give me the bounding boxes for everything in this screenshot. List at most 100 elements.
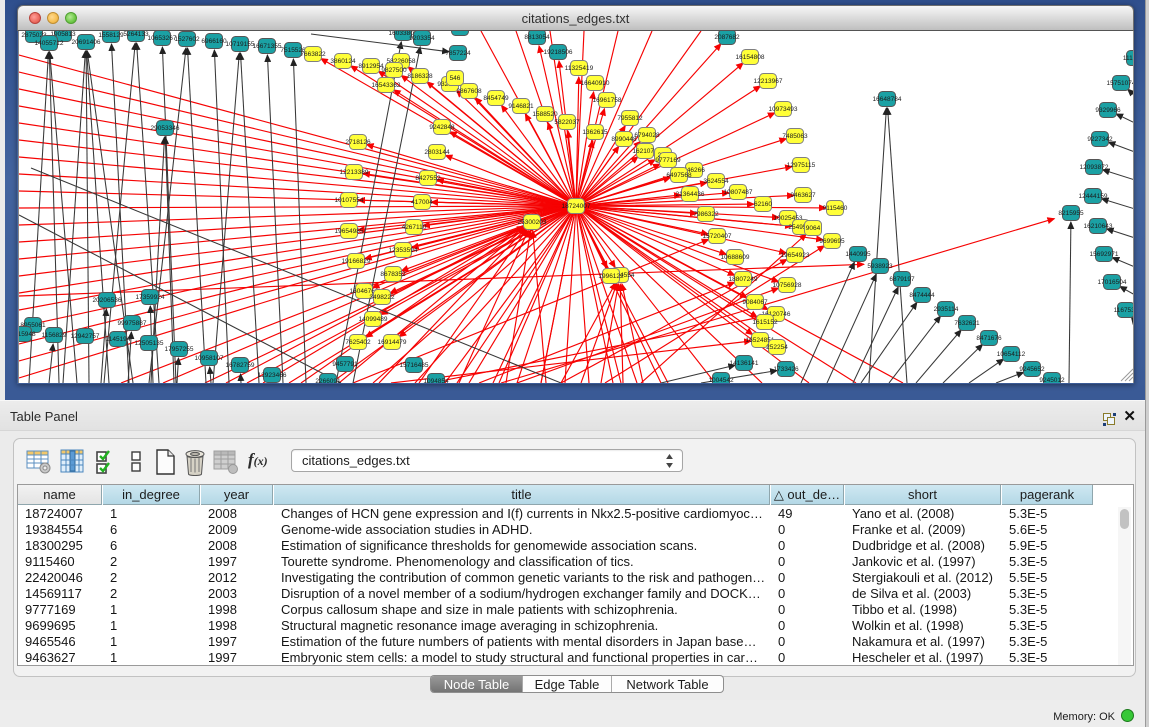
svg-text:1117233: 1117233 [1123, 55, 1134, 62]
svg-text:8454749: 8454749 [483, 95, 509, 102]
svg-text:252254: 252254 [766, 344, 788, 351]
svg-text:10807487: 10807487 [724, 189, 753, 196]
svg-text:7663822: 7663822 [300, 51, 326, 58]
svg-text:19218506: 19218506 [544, 49, 573, 56]
svg-text:8813054: 8813054 [524, 34, 550, 41]
svg-text:9115460: 9115460 [823, 205, 848, 212]
svg-text:1156829: 1156829 [42, 332, 67, 339]
svg-text:10653267: 10653267 [148, 35, 177, 42]
svg-text:8474444: 8474444 [909, 292, 935, 299]
svg-text:12093872: 12093872 [1080, 164, 1109, 171]
svg-text:12213967: 12213967 [754, 78, 783, 85]
svg-text:17957255: 17957255 [165, 346, 194, 353]
svg-text:5264133: 5264133 [123, 31, 149, 38]
svg-text:7625402: 7625402 [345, 339, 371, 346]
svg-text:12505135: 12505135 [135, 340, 164, 347]
svg-text:3498222: 3498222 [369, 294, 395, 301]
svg-text:17359924: 17359924 [136, 294, 165, 301]
svg-text:9777169: 9777169 [655, 157, 681, 164]
svg-text:18724007: 18724007 [562, 203, 591, 210]
svg-text:9084067: 9084067 [742, 299, 768, 306]
svg-text:546: 546 [450, 75, 461, 82]
svg-text:10756928: 10756928 [773, 282, 802, 289]
svg-text:9146821: 9146821 [508, 103, 534, 110]
svg-text:10719155: 10719155 [226, 41, 255, 48]
svg-text:16782759: 16782759 [226, 362, 255, 369]
svg-text:2935114: 2935114 [934, 306, 959, 313]
svg-text:8427552: 8427552 [415, 175, 441, 182]
svg-text:8990448: 8990448 [611, 136, 637, 143]
svg-text:9203354: 9203354 [409, 35, 435, 42]
svg-text:3860124: 3860124 [330, 58, 356, 65]
svg-text:9329966: 9329966 [1095, 107, 1121, 114]
svg-text:10654112: 10654112 [997, 351, 1026, 358]
svg-text:16671355: 16671355 [253, 43, 282, 50]
svg-text:2867608: 2867608 [456, 88, 482, 95]
svg-text:17016504: 17016504 [1098, 279, 1127, 286]
svg-text:15720407: 15720407 [703, 233, 732, 240]
svg-text:8186328: 8186328 [407, 73, 433, 80]
svg-text:15692971: 15692971 [1090, 251, 1119, 258]
svg-text:10958107: 10958107 [195, 355, 224, 362]
svg-text:1558129: 1558129 [98, 32, 124, 39]
svg-text:62160: 62160 [754, 201, 772, 208]
svg-text:417004: 417004 [411, 199, 433, 206]
svg-text:16648784: 16648784 [873, 96, 902, 103]
svg-text:1615152: 1615152 [752, 319, 778, 326]
svg-text:5822037: 5822037 [554, 119, 580, 126]
svg-text:2266091: 2266091 [315, 378, 341, 383]
svg-text:10107554: 10107554 [335, 197, 364, 204]
svg-text:9699695: 9699695 [819, 238, 845, 245]
svg-text:8471676: 8471676 [976, 335, 1002, 342]
svg-text:15751074: 15751074 [1107, 80, 1134, 87]
svg-text:16914479: 16914479 [378, 339, 407, 346]
svg-text:10973493: 10973493 [769, 106, 798, 113]
svg-text:9227342: 9227342 [1087, 136, 1113, 143]
svg-text:12942757: 12942757 [71, 333, 100, 340]
svg-text:16961758: 16961758 [593, 97, 622, 104]
svg-text:9245012: 9245012 [1039, 377, 1065, 383]
svg-text:14136141: 14136141 [730, 360, 759, 367]
svg-text:9457791: 9457791 [332, 361, 358, 368]
svg-text:1527602: 1527602 [174, 36, 200, 43]
svg-text:1733426: 1733426 [773, 366, 799, 373]
svg-text:8678352: 8678352 [380, 271, 406, 278]
svg-text:99975887: 99975887 [118, 320, 147, 327]
svg-text:12213389: 12213389 [340, 169, 369, 176]
svg-text:16543362: 16543362 [372, 82, 401, 89]
svg-text:19654923: 19654923 [781, 252, 810, 259]
svg-text:15716485: 15716485 [400, 362, 429, 369]
svg-text:9064: 9064 [806, 225, 821, 232]
svg-text:11325419: 11325419 [565, 65, 594, 72]
svg-text:9242848: 9242848 [429, 124, 455, 131]
svg-text:16210643: 16210643 [1084, 223, 1113, 230]
svg-text:7632621: 7632621 [954, 320, 980, 327]
svg-text:3915948: 3915948 [19, 331, 36, 338]
svg-text:3624554: 3624554 [703, 178, 729, 185]
svg-text:8215955: 8215955 [1058, 210, 1084, 217]
svg-text:21364436: 21364436 [676, 191, 705, 198]
svg-text:1440995: 1440995 [845, 251, 871, 258]
svg-text:10688609: 10688609 [721, 254, 750, 261]
svg-text:1167533: 1167533 [1114, 307, 1134, 314]
svg-text:1362615: 1362615 [582, 129, 608, 136]
svg-text:1588520: 1588520 [532, 111, 558, 118]
svg-text:9245652: 9245652 [1019, 366, 1045, 373]
svg-text:6794028: 6794028 [634, 132, 660, 139]
svg-text:4267110: 4267110 [402, 224, 427, 231]
svg-text:7955812: 7955812 [617, 115, 643, 122]
svg-text:12353594: 12353594 [389, 247, 418, 254]
svg-text:1145194: 1145194 [106, 336, 131, 343]
svg-text:7485063: 7485063 [782, 133, 808, 140]
svg-text:6497568: 6497568 [666, 172, 692, 179]
svg-text:9827500: 9827500 [381, 67, 407, 74]
svg-text:29053346: 29053346 [151, 125, 180, 132]
svg-text:1094854: 1094854 [423, 378, 449, 383]
svg-text:8610147: 8610147 [447, 31, 473, 32]
svg-text:19654985: 19654985 [335, 228, 364, 235]
svg-text:20206536: 20206536 [93, 297, 122, 304]
svg-text:5938923: 5938923 [867, 263, 893, 270]
svg-text:2087682: 2087682 [714, 34, 740, 41]
svg-text:1004542: 1004542 [708, 377, 734, 383]
svg-text:2718126: 2718126 [345, 139, 371, 146]
